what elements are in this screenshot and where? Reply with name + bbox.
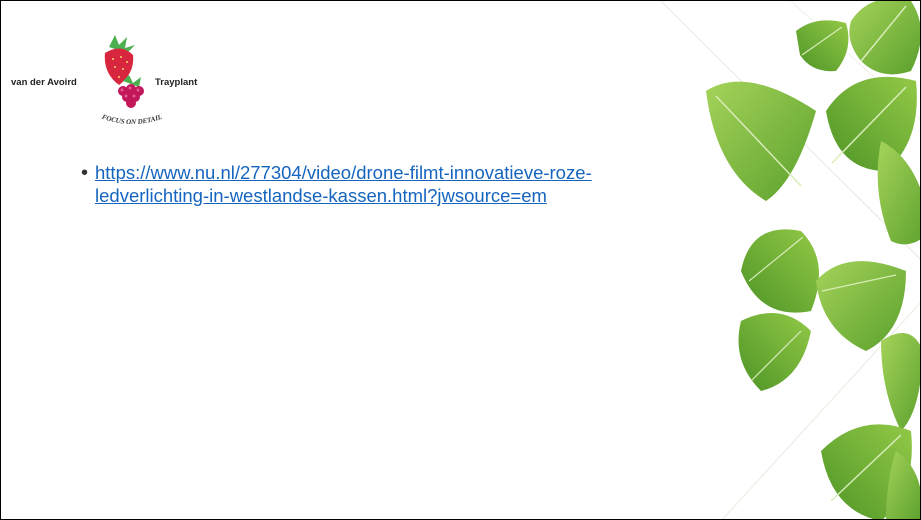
leaf-icon: [738, 313, 811, 391]
video-link-line-2: ledverlichting-in-westlandse-kassen.html…: [95, 185, 547, 206]
leaf-icon: [849, 1, 920, 75]
leaf-icon: [881, 333, 920, 431]
logo-text-right: Trayplant: [155, 77, 198, 88]
leaf-icon: [706, 81, 816, 201]
svg-text:FOCUS ON DETAIL: FOCUS ON DETAIL: [101, 113, 163, 126]
company-logo: van der Avoird Trayplant FOCUS ON DETAIL: [7, 29, 247, 129]
decorative-leaves: [706, 1, 920, 519]
logo-text-left: van der Avoird: [11, 77, 77, 88]
leaf-icon: [826, 76, 917, 171]
leaf-icon: [877, 141, 920, 245]
logo-slogan-text: FOCUS ON DETAIL: [101, 113, 163, 126]
video-link-line-1: https://www.nu.nl/277304/video/drone-fil…: [95, 162, 592, 183]
leaf-icon: [741, 229, 819, 313]
bullet-marker: •: [81, 162, 89, 184]
leaf-icon: [796, 20, 849, 72]
logo-slogan: FOCUS ON DETAIL: [101, 113, 163, 126]
fruit-logo-icon: [104, 35, 144, 108]
slide: van der Avoird Trayplant FOCUS ON DETAIL…: [0, 0, 921, 520]
